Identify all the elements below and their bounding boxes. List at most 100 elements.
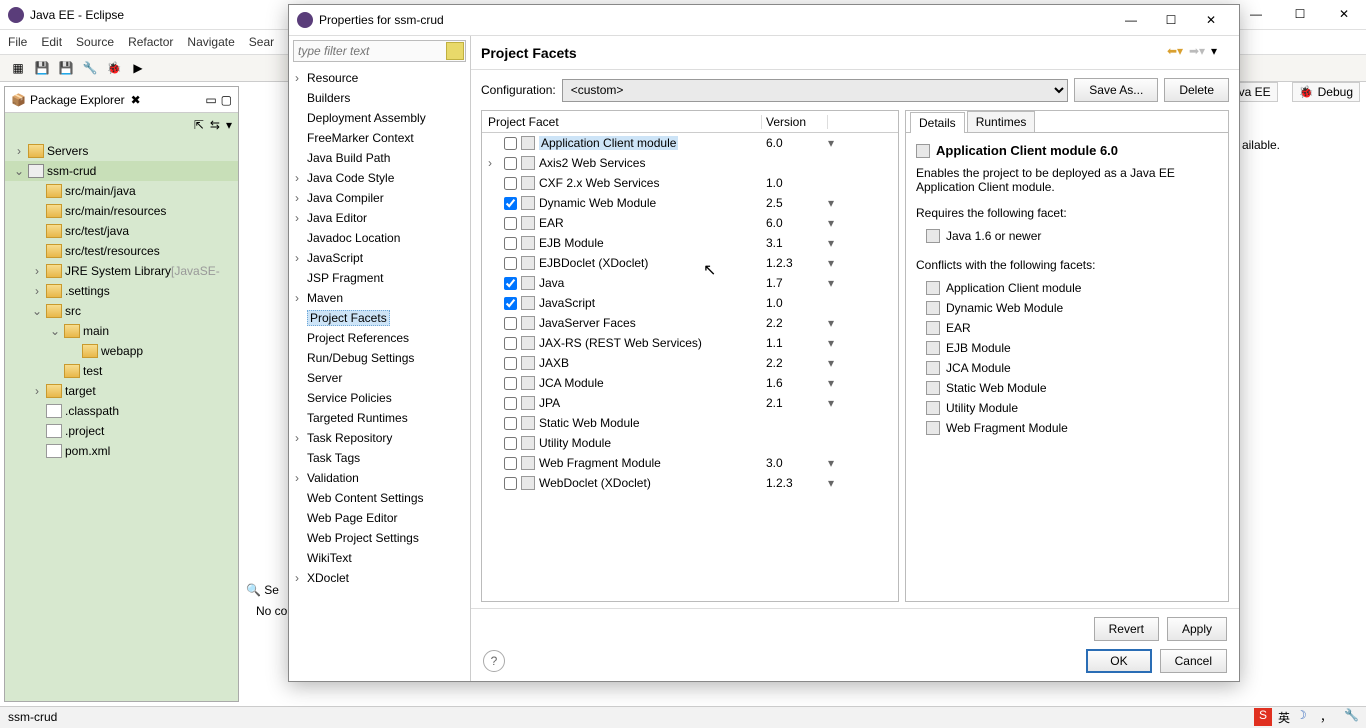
facet-row[interactable]: JAXB2.2▾ [482, 353, 898, 373]
perspective-debug[interactable]: 🐞Debug [1292, 82, 1360, 102]
version-dropdown-icon[interactable]: ▾ [828, 216, 848, 230]
category-web-content-settings[interactable]: Web Content Settings [289, 488, 470, 508]
tray-moon-icon[interactable]: ☽ [1296, 708, 1314, 726]
menu-navigate[interactable]: Navigate [187, 35, 234, 49]
new-icon[interactable]: ▦ [8, 58, 28, 78]
category-project-references[interactable]: Project References [289, 328, 470, 348]
category-java-build-path[interactable]: Java Build Path [289, 148, 470, 168]
category-service-policies[interactable]: Service Policies [289, 388, 470, 408]
category-java-compiler[interactable]: ›Java Compiler [289, 188, 470, 208]
category-jsp-fragment[interactable]: JSP Fragment [289, 268, 470, 288]
tree-item[interactable]: ›target [5, 381, 238, 401]
facet-checkbox[interactable] [504, 377, 517, 390]
tree-item[interactable]: src/main/resources [5, 201, 238, 221]
facet-row[interactable]: JCA Module1.6▾ [482, 373, 898, 393]
facet-checkbox[interactable] [504, 197, 517, 210]
view-menu-icon[interactable]: ▾ [226, 118, 232, 132]
category-java-code-style[interactable]: ›Java Code Style [289, 168, 470, 188]
version-dropdown-icon[interactable]: ▾ [828, 356, 848, 370]
col-version[interactable]: Version [762, 115, 828, 129]
expander-icon[interactable]: ⌄ [31, 304, 43, 318]
category-builders[interactable]: Builders [289, 88, 470, 108]
tree-item[interactable]: src/test/resources [5, 241, 238, 261]
facet-row[interactable]: JAX-RS (REST Web Services)1.1▾ [482, 333, 898, 353]
minimize-view-icon[interactable]: ▭ [205, 93, 216, 107]
facet-row[interactable]: Web Fragment Module3.0▾ [482, 453, 898, 473]
facet-row[interactable]: JavaServer Faces2.2▾ [482, 313, 898, 333]
tray-ime-icon[interactable]: S [1254, 708, 1272, 726]
back-icon[interactable]: ⬅▾ [1167, 44, 1185, 62]
problems-tab[interactable]: 🔍 Se [246, 583, 279, 597]
facet-row[interactable]: Utility Module [482, 433, 898, 453]
package-tree[interactable]: ›Servers⌄ssm-crudsrc/main/javasrc/main/r… [5, 137, 238, 465]
tree-item[interactable]: ⌄main [5, 321, 238, 341]
facet-checkbox[interactable] [504, 477, 517, 490]
facet-row[interactable]: ›Axis2 Web Services [482, 153, 898, 173]
facet-checkbox[interactable] [504, 457, 517, 470]
ok-button[interactable]: OK [1086, 649, 1151, 673]
menu-refactor[interactable]: Refactor [128, 35, 173, 49]
category-freemarker-context[interactable]: FreeMarker Context [289, 128, 470, 148]
category-deployment-assembly[interactable]: Deployment Assembly [289, 108, 470, 128]
expander-icon[interactable]: › [13, 144, 25, 158]
facet-row[interactable]: EJBDoclet (XDoclet)1.2.3▾ [482, 253, 898, 273]
dialog-minimize-button[interactable]: ― [1111, 6, 1151, 34]
tree-item[interactable]: src/test/java [5, 221, 238, 241]
clear-filter-icon[interactable] [446, 42, 464, 60]
tray-comma-icon[interactable]: ， [1320, 708, 1338, 726]
help-icon[interactable]: ? [483, 650, 505, 672]
save-all-icon[interactable]: 💾 [56, 58, 76, 78]
save-icon[interactable]: 💾 [32, 58, 52, 78]
tray-lang-label[interactable]: 英 [1278, 709, 1290, 726]
delete-button[interactable]: Delete [1164, 78, 1229, 102]
category-javascript[interactable]: ›JavaScript [289, 248, 470, 268]
category-maven[interactable]: ›Maven [289, 288, 470, 308]
facet-row[interactable]: WebDoclet (XDoclet)1.2.3▾ [482, 473, 898, 493]
facet-row[interactable]: CXF 2.x Web Services1.0 [482, 173, 898, 193]
tree-item[interactable]: ›Servers [5, 141, 238, 161]
category-java-editor[interactable]: ›Java Editor [289, 208, 470, 228]
facet-checkbox[interactable] [504, 437, 517, 450]
facet-row[interactable]: Application Client module6.0▾ [482, 133, 898, 153]
expander-icon[interactable]: › [488, 156, 500, 170]
facet-checkbox[interactable] [504, 417, 517, 430]
expander-icon[interactable]: › [31, 384, 43, 398]
close-view-icon[interactable]: ✖ [131, 93, 141, 107]
facet-checkbox[interactable] [504, 357, 517, 370]
category-run-debug-settings[interactable]: Run/Debug Settings [289, 348, 470, 368]
expander-icon[interactable]: ⌄ [49, 324, 61, 338]
tree-item[interactable]: webapp [5, 341, 238, 361]
category-javadoc-location[interactable]: Javadoc Location [289, 228, 470, 248]
expander-icon[interactable]: › [295, 291, 307, 305]
facet-checkbox[interactable] [504, 137, 517, 150]
facet-checkbox[interactable] [504, 237, 517, 250]
tree-item[interactable]: .classpath [5, 401, 238, 421]
version-dropdown-icon[interactable]: ▾ [828, 476, 848, 490]
expander-icon[interactable]: › [295, 171, 307, 185]
facet-checkbox[interactable] [504, 217, 517, 230]
facet-checkbox[interactable] [504, 157, 517, 170]
facet-checkbox[interactable] [504, 277, 517, 290]
version-dropdown-icon[interactable]: ▾ [828, 456, 848, 470]
tree-item[interactable]: .project [5, 421, 238, 441]
facet-checkbox[interactable] [504, 297, 517, 310]
category-validation[interactable]: ›Validation [289, 468, 470, 488]
dialog-close-button[interactable]: ✕ [1191, 6, 1231, 34]
maximize-button[interactable]: ☐ [1278, 0, 1322, 28]
tool-icon[interactable]: 🔧 [80, 58, 100, 78]
version-dropdown-icon[interactable]: ▾ [828, 276, 848, 290]
maximize-view-icon[interactable]: ▢ [221, 93, 232, 107]
expander-icon[interactable]: › [31, 264, 43, 278]
category-web-project-settings[interactable]: Web Project Settings [289, 528, 470, 548]
tree-item[interactable]: test [5, 361, 238, 381]
cancel-button[interactable]: Cancel [1160, 649, 1227, 673]
category-project-facets[interactable]: Project Facets [289, 308, 470, 328]
expander-icon[interactable]: › [295, 211, 307, 225]
category-resource[interactable]: ›Resource [289, 68, 470, 88]
facet-row[interactable]: Java1.7▾ [482, 273, 898, 293]
facet-row[interactable]: EAR6.0▾ [482, 213, 898, 233]
save-as-button[interactable]: Save As... [1074, 78, 1158, 102]
version-dropdown-icon[interactable]: ▾ [828, 136, 848, 150]
version-dropdown-icon[interactable]: ▾ [828, 256, 848, 270]
minimize-button[interactable]: ― [1234, 0, 1278, 28]
